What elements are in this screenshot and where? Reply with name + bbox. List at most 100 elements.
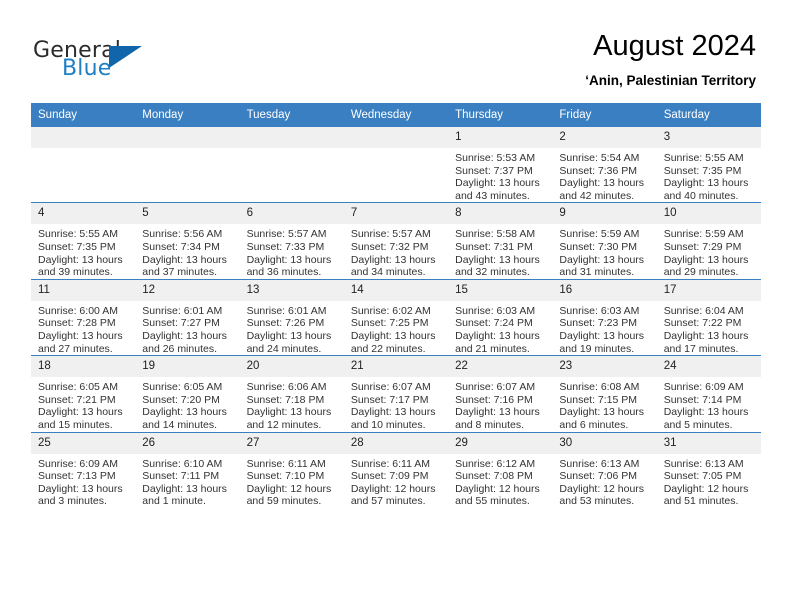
calendar-page: General Blue August 2024 ‘Anin, Palestin… [0,0,792,612]
day-details: Sunrise: 5:54 AM Sunset: 7:36 PM Daylight:… [552,148,656,202]
day-number: 2 [552,127,657,148]
calendar-day-cell[interactable]: 1 Sunrise: 5:53 AM Sunset: 7:37 PM Daylight… [448,127,553,203]
sunset-text: Sunset: 7:08 PM [455,470,533,483]
day-number: 31 [656,432,761,454]
daylight-text: Daylight: 13 hours and 43 minutes. [455,177,540,202]
sunrise-text: Sunrise: 6:03 AM [559,304,640,317]
sunset-text: Sunset: 7:13 PM [38,470,116,483]
day-details: Sunrise: 5:57 AM Sunset: 7:33 PM Daylight:… [240,224,344,278]
calendar-day-cell[interactable]: 11 Sunrise: 6:00 AM Sunset: 7:28 PM Dayligh… [31,278,136,356]
weekday-header-monday: Monday [135,103,240,127]
calendar-day-cell[interactable]: 14 Sunrise: 6:02 AM Sunset: 7:25 PM Dayligh… [343,278,449,356]
calendar-day-cell[interactable]: 13 Sunrise: 6:01 AM Sunset: 7:26 PM Dayligh… [239,278,344,356]
calendar-day-cell[interactable]: 29 Sunrise: 6:12 AM Sunset: 7:08 PM Dayligh… [448,431,553,508]
sunrise-text: Sunrise: 5:59 AM [663,228,744,241]
sunrise-text: Sunrise: 6:01 AM [142,304,223,317]
weekday-header-thursday: Thursday [448,103,553,127]
day-number: 22 [448,356,553,378]
day-number: 15 [448,279,553,301]
day-number: 24 [656,356,761,378]
calendar-day-cell[interactable]: 23 Sunrise: 6:08 AM Sunset: 7:15 PM Dayligh… [552,355,657,432]
sunrise-text: Sunrise: 5:55 AM [38,228,118,241]
day-details: Sunrise: 5:57 AM Sunset: 7:32 PM Daylight:… [344,224,448,278]
daylight-text: Daylight: 12 hours and 53 minutes. [559,482,645,508]
calendar-day-cell[interactable]: 26 Sunrise: 6:10 AM Sunset: 7:11 PM Dayligh… [135,431,240,508]
day-number [135,127,240,148]
day-number: 10 [656,203,761,225]
calendar-cell-empty [239,127,344,203]
weekday-header-saturday: Saturday [656,103,761,127]
calendar-day-cell[interactable]: 17 Sunrise: 6:04 AM Sunset: 7:22 PM Dayligh… [656,278,761,356]
sunrise-text: Sunrise: 5:53 AM [455,152,536,164]
sunset-text: Sunset: 7:34 PM [142,240,220,253]
day-number: 23 [552,356,657,378]
calendar-day-cell[interactable]: 30 Sunrise: 6:13 AM Sunset: 7:06 PM Dayligh… [552,431,657,508]
day-number: 14 [343,279,449,301]
calendar-day-cell[interactable]: 27 Sunrise: 6:11 AM Sunset: 7:10 PM Dayligh… [239,431,344,508]
calendar-day-cell[interactable]: 6 Sunrise: 5:57 AM Sunset: 7:33 PM Daylight… [239,202,344,280]
day-details: Sunrise: 5:55 AM Sunset: 7:35 PM Daylight:… [657,148,761,202]
calendar-day-cell[interactable]: 20 Sunrise: 6:06 AM Sunset: 7:18 PM Dayligh… [239,355,344,432]
calendar-day-cell[interactable]: 10 Sunrise: 5:59 AM Sunset: 7:29 PM Dayligh… [656,202,761,280]
calendar-day-cell[interactable]: 4 Sunrise: 5:55 AM Sunset: 7:35 PM Daylight… [31,202,136,280]
day-number: 25 [31,432,136,454]
sunrise-text: Sunrise: 6:04 AM [663,304,744,317]
day-number: 5 [135,203,240,225]
calendar-day-cell[interactable]: 25 Sunrise: 6:09 AM Sunset: 7:13 PM Dayligh… [31,431,136,508]
sunset-text: Sunset: 7:23 PM [559,317,638,330]
logo-text-blue: Blue [62,56,112,81]
calendar-day-cell[interactable]: 12 Sunrise: 6:01 AM Sunset: 7:27 PM Dayligh… [135,278,240,356]
sunset-text: Sunset: 7:17 PM [350,393,429,406]
sunrise-text: Sunrise: 6:13 AM [559,457,640,470]
calendar-day-cell[interactable]: 21 Sunrise: 6:07 AM Sunset: 7:17 PM Dayligh… [343,355,449,432]
day-number: 8 [448,203,553,225]
day-number: 4 [31,203,136,225]
day-number: 27 [239,432,344,454]
daylight-text: Daylight: 12 hours and 59 minutes. [246,482,332,508]
sunrise-text: Sunrise: 5:54 AM [559,152,640,164]
sunset-text: Sunset: 7:09 PM [350,470,429,483]
calendar-day-cell[interactable]: 24 Sunrise: 6:09 AM Sunset: 7:14 PM Dayligh… [656,355,761,432]
day-details: Sunrise: 6:13 AM Sunset: 7:05 PM Daylight:… [657,454,761,508]
sunrise-text: Sunrise: 6:05 AM [38,381,118,394]
calendar-day-cell[interactable]: 31 Sunrise: 6:13 AM Sunset: 7:05 PM Dayligh… [656,431,761,508]
day-number: 20 [239,356,344,378]
calendar-week-row: 25 Sunrise: 6:09 AM Sunset: 7:13 PM Dayligh… [31,431,761,508]
calendar-day-cell[interactable]: 2 Sunrise: 5:54 AM Sunset: 7:36 PM Daylight… [552,127,657,203]
day-details: Sunrise: 6:13 AM Sunset: 7:06 PM Daylight:… [552,454,656,508]
sunrise-text: Sunrise: 6:09 AM [663,381,744,394]
sunset-text: Sunset: 7:35 PM [38,240,116,253]
calendar-day-cell[interactable]: 5 Sunrise: 5:56 AM Sunset: 7:34 PM Daylight… [135,202,240,280]
day-number: 9 [552,203,657,225]
sunset-text: Sunset: 7:33 PM [246,240,325,253]
calendar-body: 1 Sunrise: 5:53 AM Sunset: 7:37 PM Daylight… [31,127,761,508]
daylight-text: Daylight: 13 hours and 27 minutes. [38,329,123,355]
calendar-day-cell[interactable]: 3 Sunrise: 5:55 AM Sunset: 7:35 PM Daylight… [656,127,761,203]
page-subtitle: ‘Anin, Palestinian Territory [585,73,756,88]
daylight-text: Daylight: 13 hours and 37 minutes. [142,253,227,279]
daylight-text: Daylight: 13 hours and 31 minutes. [559,253,645,279]
day-number: 13 [239,279,344,301]
general-blue-logo[interactable]: General Blue [33,38,233,88]
calendar-day-cell[interactable]: 16 Sunrise: 6:03 AM Sunset: 7:23 PM Dayligh… [552,278,657,356]
day-number [239,127,344,148]
calendar-day-cell[interactable]: 15 Sunrise: 6:03 AM Sunset: 7:24 PM Dayligh… [448,278,553,356]
day-details: Sunrise: 6:07 AM Sunset: 7:17 PM Daylight:… [344,377,448,431]
sunrise-text: Sunrise: 5:57 AM [246,228,327,241]
calendar-day-cell[interactable]: 8 Sunrise: 5:58 AM Sunset: 7:31 PM Daylight… [448,202,553,280]
sunset-text: Sunset: 7:11 PM [142,470,220,483]
day-details: Sunrise: 6:09 AM Sunset: 7:14 PM Daylight:… [657,377,761,431]
calendar-day-cell[interactable]: 28 Sunrise: 6:11 AM Sunset: 7:09 PM Dayligh… [343,431,449,508]
calendar-day-cell[interactable]: 18 Sunrise: 6:05 AM Sunset: 7:21 PM Dayligh… [31,355,136,432]
daylight-text: Daylight: 13 hours and 36 minutes. [246,253,332,279]
sunset-text: Sunset: 7:31 PM [455,240,533,253]
daylight-text: Daylight: 13 hours and 26 minutes. [142,329,227,355]
calendar-day-cell[interactable]: 9 Sunrise: 5:59 AM Sunset: 7:30 PM Daylight… [552,202,657,280]
calendar-day-cell[interactable]: 7 Sunrise: 5:57 AM Sunset: 7:32 PM Daylight… [343,202,449,280]
sunset-text: Sunset: 7:21 PM [38,393,116,406]
calendar-day-cell[interactable]: 22 Sunrise: 6:07 AM Sunset: 7:16 PM Dayligh… [448,355,553,432]
sunset-text: Sunset: 7:22 PM [663,317,742,330]
calendar-day-cell[interactable]: 19 Sunrise: 6:05 AM Sunset: 7:20 PM Dayligh… [135,355,240,432]
sunset-text: Sunset: 7:29 PM [663,240,742,253]
sunrise-text: Sunrise: 6:05 AM [142,381,223,394]
